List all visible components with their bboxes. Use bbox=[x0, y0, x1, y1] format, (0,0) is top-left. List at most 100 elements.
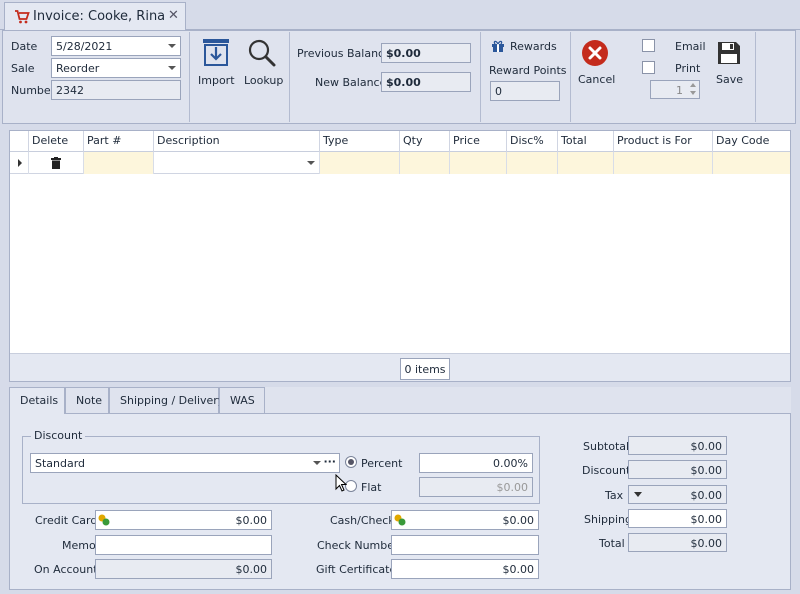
discount-type-value: Standard bbox=[35, 457, 86, 470]
credit-card-field[interactable]: $0.00 bbox=[95, 510, 272, 530]
delete-cell[interactable] bbox=[29, 152, 84, 174]
cancel-label: Cancel bbox=[578, 73, 616, 86]
grid-footer: 0 items bbox=[10, 353, 790, 381]
print-checkbox[interactable] bbox=[642, 61, 655, 74]
total-value: $0.00 bbox=[690, 537, 723, 550]
import-button[interactable]: Import bbox=[196, 36, 236, 90]
discount-type-dropdown[interactable]: Standard ··· bbox=[30, 453, 340, 473]
tab-was[interactable]: WAS bbox=[219, 387, 265, 413]
tax-label: Tax bbox=[605, 489, 624, 502]
chevron-down-icon[interactable] bbox=[307, 161, 315, 165]
previous-balance-value: $0.00 bbox=[386, 47, 421, 60]
sale-value: Reorder bbox=[56, 62, 100, 75]
percent-field[interactable]: 0.00% bbox=[419, 453, 533, 473]
reward-points-field[interactable]: 0 bbox=[490, 81, 560, 101]
tax-value: $0.00 bbox=[690, 489, 723, 502]
column-type[interactable]: Type bbox=[320, 131, 400, 152]
cash-check-field[interactable]: $0.00 bbox=[391, 510, 539, 530]
column-part-number[interactable]: Part # bbox=[84, 131, 154, 152]
tab-note[interactable]: Note bbox=[65, 387, 109, 413]
spin-up-icon[interactable] bbox=[690, 83, 696, 87]
invoice-details-area: Discount Standard ··· Percent 0.00% Flat… bbox=[9, 387, 791, 590]
type-cell[interactable] bbox=[320, 152, 400, 174]
coins-icon bbox=[98, 514, 110, 526]
column-disc-percent[interactable]: Disc% bbox=[507, 131, 558, 152]
product-is-for-cell[interactable] bbox=[614, 152, 713, 174]
gift-certificate-value: $0.00 bbox=[502, 563, 535, 576]
email-checkbox[interactable] bbox=[642, 39, 655, 52]
more-options-button[interactable]: ··· bbox=[323, 455, 336, 468]
chevron-down-icon[interactable] bbox=[168, 66, 176, 70]
credit-card-value: $0.00 bbox=[235, 514, 268, 527]
column-price[interactable]: Price bbox=[450, 131, 507, 152]
invoice-tab-title: Invoice: Cooke, Rina bbox=[33, 9, 166, 24]
check-number-field[interactable] bbox=[391, 535, 539, 555]
import-label: Import bbox=[198, 74, 235, 87]
trash-icon[interactable] bbox=[51, 157, 61, 172]
cancel-icon bbox=[581, 39, 609, 70]
percent-radio[interactable] bbox=[345, 456, 357, 468]
discount-total-field: $0.00 bbox=[628, 460, 727, 479]
invoice-document-tab[interactable]: Invoice: Cooke, Rina ✕ bbox=[4, 2, 186, 31]
save-button[interactable]: Save bbox=[712, 38, 746, 88]
check-number-label: Check Number bbox=[317, 539, 399, 552]
column-product-is-for[interactable]: Product is For bbox=[614, 131, 713, 152]
shipping-label: Shipping bbox=[584, 513, 632, 526]
new-balance-label: New Balance bbox=[315, 76, 387, 89]
discount-group-title: Discount bbox=[31, 429, 86, 442]
tax-dropdown-icon[interactable] bbox=[634, 492, 642, 497]
on-account-value: $0.00 bbox=[235, 563, 268, 576]
tax-field[interactable]: $0.00 bbox=[628, 485, 727, 504]
disc-percent-cell[interactable] bbox=[507, 152, 558, 174]
shipping-field[interactable]: $0.00 bbox=[628, 509, 727, 528]
memo-field[interactable] bbox=[95, 535, 272, 555]
gift-certificate-field[interactable]: $0.00 bbox=[391, 559, 539, 579]
document-tabstrip: Invoice: Cooke, Rina ✕ bbox=[0, 0, 800, 31]
sale-dropdown[interactable]: Reorder bbox=[51, 58, 181, 78]
percent-label: Percent bbox=[361, 457, 403, 470]
date-field[interactable]: 5/28/2021 bbox=[51, 36, 181, 56]
on-account-field[interactable]: $0.00 bbox=[95, 559, 272, 579]
day-code-cell[interactable] bbox=[713, 152, 790, 174]
column-delete[interactable]: Delete bbox=[29, 131, 84, 152]
column-qty[interactable]: Qty bbox=[400, 131, 450, 152]
close-icon[interactable]: ✕ bbox=[168, 8, 179, 23]
toolbar-separator bbox=[570, 32, 571, 122]
import-icon bbox=[202, 38, 230, 71]
column-total[interactable]: Total bbox=[558, 131, 614, 152]
price-cell[interactable] bbox=[450, 152, 507, 174]
number-value: 2342 bbox=[56, 84, 84, 97]
discount-total-value: $0.00 bbox=[690, 464, 723, 477]
previous-balance-label: Previous Balance bbox=[297, 47, 391, 60]
description-cell[interactable] bbox=[154, 152, 320, 174]
cash-check-value: $0.00 bbox=[502, 514, 535, 527]
flat-field[interactable]: $0.00 bbox=[419, 477, 533, 497]
subtotal-value: $0.00 bbox=[690, 440, 723, 453]
total-cell[interactable] bbox=[558, 152, 614, 174]
part-number-cell[interactable] bbox=[84, 152, 154, 174]
rewards-label: Rewards bbox=[510, 40, 557, 53]
number-field[interactable]: 2342 bbox=[51, 80, 181, 100]
chevron-down-icon[interactable] bbox=[313, 461, 321, 465]
spin-down-icon[interactable] bbox=[690, 91, 696, 95]
column-day-code[interactable]: Day Code bbox=[713, 131, 790, 152]
rewards-button[interactable]: Rewards bbox=[490, 38, 560, 56]
qty-cell[interactable] bbox=[400, 152, 450, 174]
chevron-down-icon[interactable] bbox=[168, 44, 176, 48]
email-label: Email bbox=[675, 40, 706, 53]
tab-details[interactable]: Details bbox=[9, 387, 65, 414]
discount-total-label: Discount bbox=[582, 464, 631, 477]
table-row[interactable] bbox=[10, 152, 790, 174]
cancel-button[interactable]: Cancel bbox=[576, 38, 616, 88]
column-description[interactable]: Description bbox=[154, 131, 320, 152]
subtotal-label: Subtotal bbox=[583, 440, 630, 453]
sale-label: Sale bbox=[11, 62, 35, 75]
on-account-label: On Account bbox=[34, 563, 98, 576]
reward-points-label: Reward Points bbox=[489, 64, 567, 77]
save-label: Save bbox=[716, 73, 744, 86]
toolbar-separator bbox=[755, 32, 756, 122]
lookup-button[interactable]: Lookup bbox=[242, 36, 283, 90]
tab-shipping-delivery[interactable]: Shipping / Delivery bbox=[109, 387, 224, 413]
print-copies-spinner[interactable]: 1 bbox=[650, 80, 700, 99]
credit-card-label: Credit Card bbox=[35, 514, 98, 527]
